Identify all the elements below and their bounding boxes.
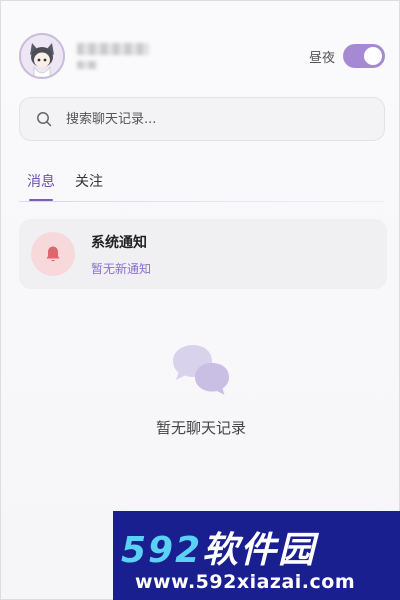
- bell-icon-badge: [31, 232, 75, 276]
- username-blurred: [77, 43, 149, 69]
- anime-avatar-icon: [21, 35, 63, 77]
- daynight-label: 昼夜: [308, 50, 335, 66]
- search-input[interactable]: [64, 110, 348, 128]
- daynight-toggle[interactable]: [343, 44, 385, 68]
- watermark-brand: 592软件园: [121, 521, 316, 573]
- daynight-control: 昼夜: [309, 44, 385, 68]
- tab-divider: [19, 201, 385, 202]
- username-line: [77, 43, 149, 55]
- watermark-logo: 592软件园 www.592xiazai.com: [113, 511, 400, 600]
- bell-icon: [46, 246, 60, 262]
- tab-following[interactable]: 关注: [75, 171, 103, 201]
- watermark-url: www.592xiazai.com: [135, 571, 356, 593]
- avatar[interactable]: [19, 33, 65, 79]
- notice-subtitle: 暂无新通知: [91, 261, 152, 276]
- toggle-knob: [364, 47, 382, 65]
- empty-state: 暂无聊天记录: [1, 343, 400, 438]
- app-screen: 昼夜 消息 关注 系统通知 暂无新通知: [0, 0, 400, 600]
- search-icon: [37, 112, 52, 127]
- notice-text: 系统通知 暂无新通知: [91, 232, 151, 277]
- tab-messages[interactable]: 消息: [27, 171, 55, 201]
- empty-state-label: 暂无聊天记录: [155, 419, 246, 437]
- chat-bubbles-icon: [173, 345, 229, 395]
- notice-title: 系统通知: [91, 234, 147, 251]
- watermark-number: 592: [121, 530, 203, 571]
- search-bar[interactable]: [19, 97, 385, 141]
- watermark-text: 软件园: [202, 530, 317, 571]
- userid-line: [77, 61, 97, 69]
- tab-bar: 消息 关注: [27, 171, 103, 201]
- system-notice-item[interactable]: 系统通知 暂无新通知: [19, 219, 387, 289]
- profile-header: 昼夜: [19, 29, 385, 83]
